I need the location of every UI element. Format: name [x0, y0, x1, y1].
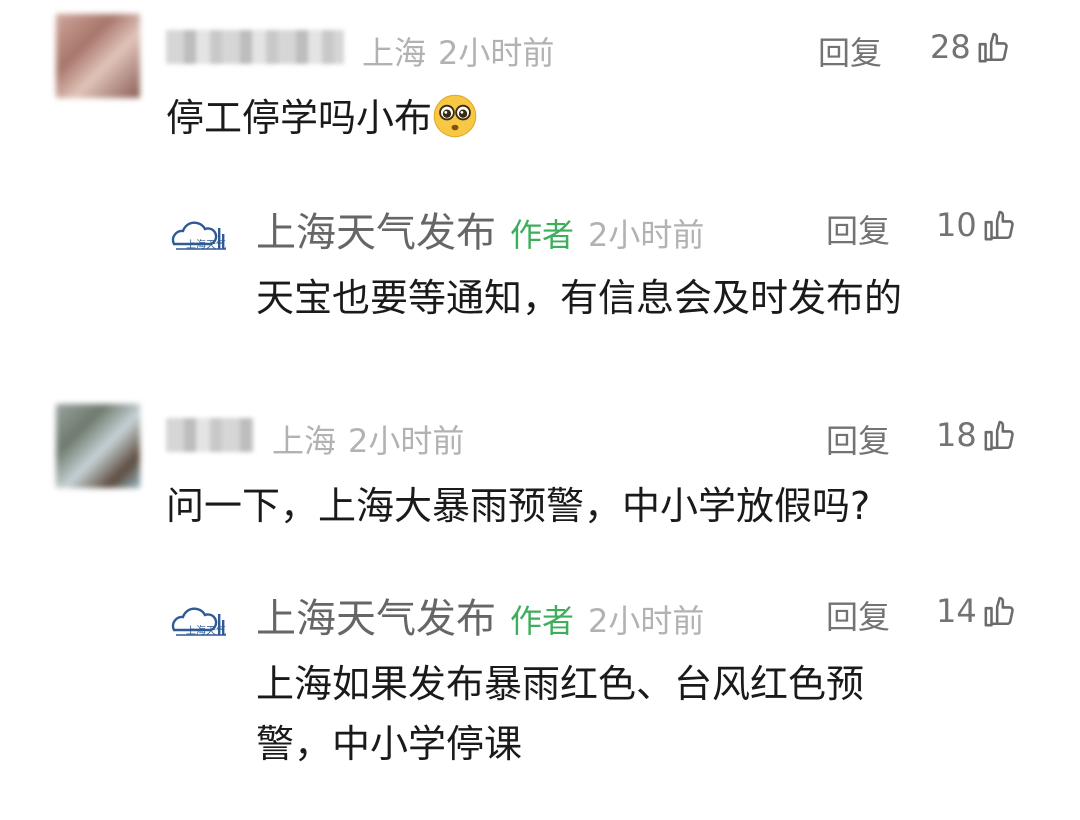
comment-location: 上海 — [272, 422, 337, 460]
comment-location: 上海 — [362, 34, 427, 72]
reply-time: 2小时前 — [588, 216, 705, 254]
user-avatar[interactable] — [56, 14, 140, 98]
reply-button[interactable]: 回复 — [818, 28, 882, 74]
thumbs-up-icon — [984, 210, 1014, 241]
reply-button[interactable]: 回复 — [826, 592, 890, 638]
comment-text: 问一下，上海大暴雨预警，中小学放假吗? — [166, 484, 871, 528]
reply-text: 天宝也要等通知，有信息会及时发布的 — [256, 276, 903, 320]
thumbs-up-icon — [984, 420, 1014, 451]
like-count: 10 — [936, 206, 977, 244]
logo-text: 上海天气 — [186, 624, 226, 637]
comment-meta: 上海 2小时前 — [362, 28, 554, 74]
reply-text: 上海如果发布暴雨红色、台风红色预 警，中小学停课 — [256, 656, 864, 772]
thumbs-up-icon — [984, 596, 1014, 627]
reply-button[interactable]: 回复 — [826, 206, 890, 252]
like-count: 28 — [930, 28, 971, 66]
like-button[interactable]: 18 — [936, 416, 1017, 454]
comment-item: 上海 2小时前 回复 28 停工停学吗小布 上海天气 上海天气发布 作者 2小时前 回… — [0, 0, 1080, 370]
reply-text-line: 上海如果发布暴雨红色、台风红色预 — [256, 662, 865, 706]
like-count: 14 — [936, 592, 977, 630]
author-tag: 作者 — [510, 216, 575, 254]
reply-author-row: 上海天气发布 作者 2小时前 — [256, 586, 704, 644]
reply-author-name[interactable]: 上海天气发布 — [256, 596, 496, 642]
username-blurred[interactable] — [166, 418, 254, 452]
like-count: 18 — [936, 416, 977, 454]
username-blurred[interactable] — [166, 30, 344, 64]
like-button[interactable]: 14 — [936, 592, 1017, 630]
shanghai-weather-logo[interactable]: 上海天气 — [166, 214, 236, 258]
like-button[interactable]: 28 — [930, 28, 1011, 66]
shanghai-weather-logo[interactable]: 上海天气 — [166, 600, 236, 644]
user-avatar[interactable] — [56, 404, 140, 488]
reply-button[interactable]: 回复 — [826, 416, 890, 462]
reply-author-row: 上海天气发布 作者 2小时前 — [256, 200, 704, 258]
comment-text: 停工停学吗小布 — [166, 90, 478, 146]
comment-item: 上海 2小时前 回复 18 问一下，上海大暴雨预警，中小学放假吗? 上海天气 上海… — [0, 390, 1080, 810]
thumbs-up-icon — [978, 32, 1008, 63]
reply-text-line: 警，中小学停课 — [256, 722, 523, 766]
comment-meta: 上海 2小时前 — [272, 416, 464, 462]
pleading-face-emoji — [433, 94, 477, 138]
comment-text-body: 停工停学吗小布 — [166, 96, 433, 140]
reply-time: 2小时前 — [588, 602, 705, 640]
logo-text: 上海天气 — [186, 238, 226, 251]
comment-time: 2小时前 — [438, 34, 555, 72]
comment-time: 2小时前 — [348, 422, 465, 460]
author-tag: 作者 — [510, 602, 575, 640]
like-button[interactable]: 10 — [936, 206, 1017, 244]
reply-author-name[interactable]: 上海天气发布 — [256, 210, 496, 256]
